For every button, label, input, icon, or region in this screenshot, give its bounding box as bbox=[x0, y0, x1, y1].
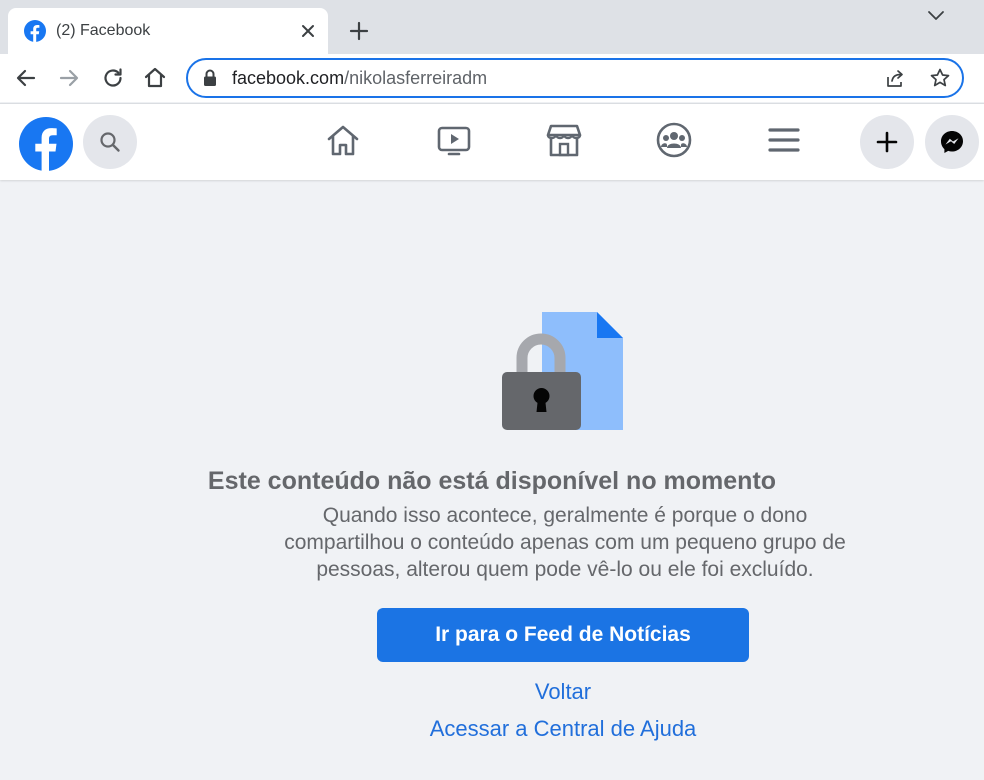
content-unavailable-description: Quando isso acontece, geralmente é porqu… bbox=[284, 504, 846, 581]
create-button[interactable] bbox=[860, 115, 914, 169]
home-page-icon[interactable] bbox=[141, 64, 169, 92]
watch-icon[interactable] bbox=[434, 120, 474, 160]
search-icon bbox=[100, 132, 120, 152]
content-unavailable-title: Este conteúdo não está disponível no mom… bbox=[207, 467, 777, 495]
chevron-down-icon[interactable] bbox=[924, 6, 948, 26]
help-center-link[interactable]: Acessar a Central de Ajuda bbox=[0, 716, 984, 742]
messenger-button[interactable] bbox=[925, 115, 979, 169]
facebook-header bbox=[0, 103, 984, 180]
locked-content-icon bbox=[502, 312, 623, 430]
back-link[interactable]: Voltar bbox=[0, 679, 984, 705]
browser-tab-strip: (2) Facebook bbox=[0, 0, 984, 54]
address-bar[interactable]: facebook.com/nikolasferreiradm bbox=[186, 58, 964, 98]
back-arrow-icon[interactable] bbox=[12, 64, 40, 92]
lock-icon[interactable] bbox=[202, 68, 218, 88]
url-text[interactable]: facebook.com/nikolasferreiradm bbox=[232, 68, 487, 88]
reload-icon[interactable] bbox=[99, 64, 127, 92]
url-path: /nikolasferreiradm bbox=[344, 68, 488, 88]
marketplace-icon[interactable] bbox=[544, 120, 584, 160]
groups-icon[interactable] bbox=[654, 120, 694, 160]
plus-icon bbox=[876, 131, 898, 153]
forward-arrow-icon[interactable] bbox=[55, 64, 83, 92]
messenger-icon bbox=[941, 131, 963, 153]
browser-tab[interactable]: (2) Facebook bbox=[8, 8, 328, 54]
home-icon[interactable] bbox=[323, 120, 363, 160]
url-host: facebook.com bbox=[232, 68, 345, 88]
browser-toolbar: facebook.com/nikolasferreiradm bbox=[0, 54, 984, 102]
share-icon[interactable] bbox=[884, 67, 906, 89]
go-to-news-feed-button[interactable]: Ir para o Feed de Notícias bbox=[377, 608, 749, 662]
close-tab-icon[interactable] bbox=[298, 21, 318, 41]
menu-icon[interactable] bbox=[764, 120, 804, 160]
tab-title: (2) Facebook bbox=[56, 22, 151, 39]
search-button[interactable] bbox=[83, 115, 137, 169]
bookmark-star-icon[interactable] bbox=[928, 66, 952, 90]
facebook-logo-icon[interactable] bbox=[18, 116, 74, 172]
facebook-favicon-icon bbox=[24, 20, 46, 42]
new-tab-icon[interactable] bbox=[347, 19, 371, 43]
